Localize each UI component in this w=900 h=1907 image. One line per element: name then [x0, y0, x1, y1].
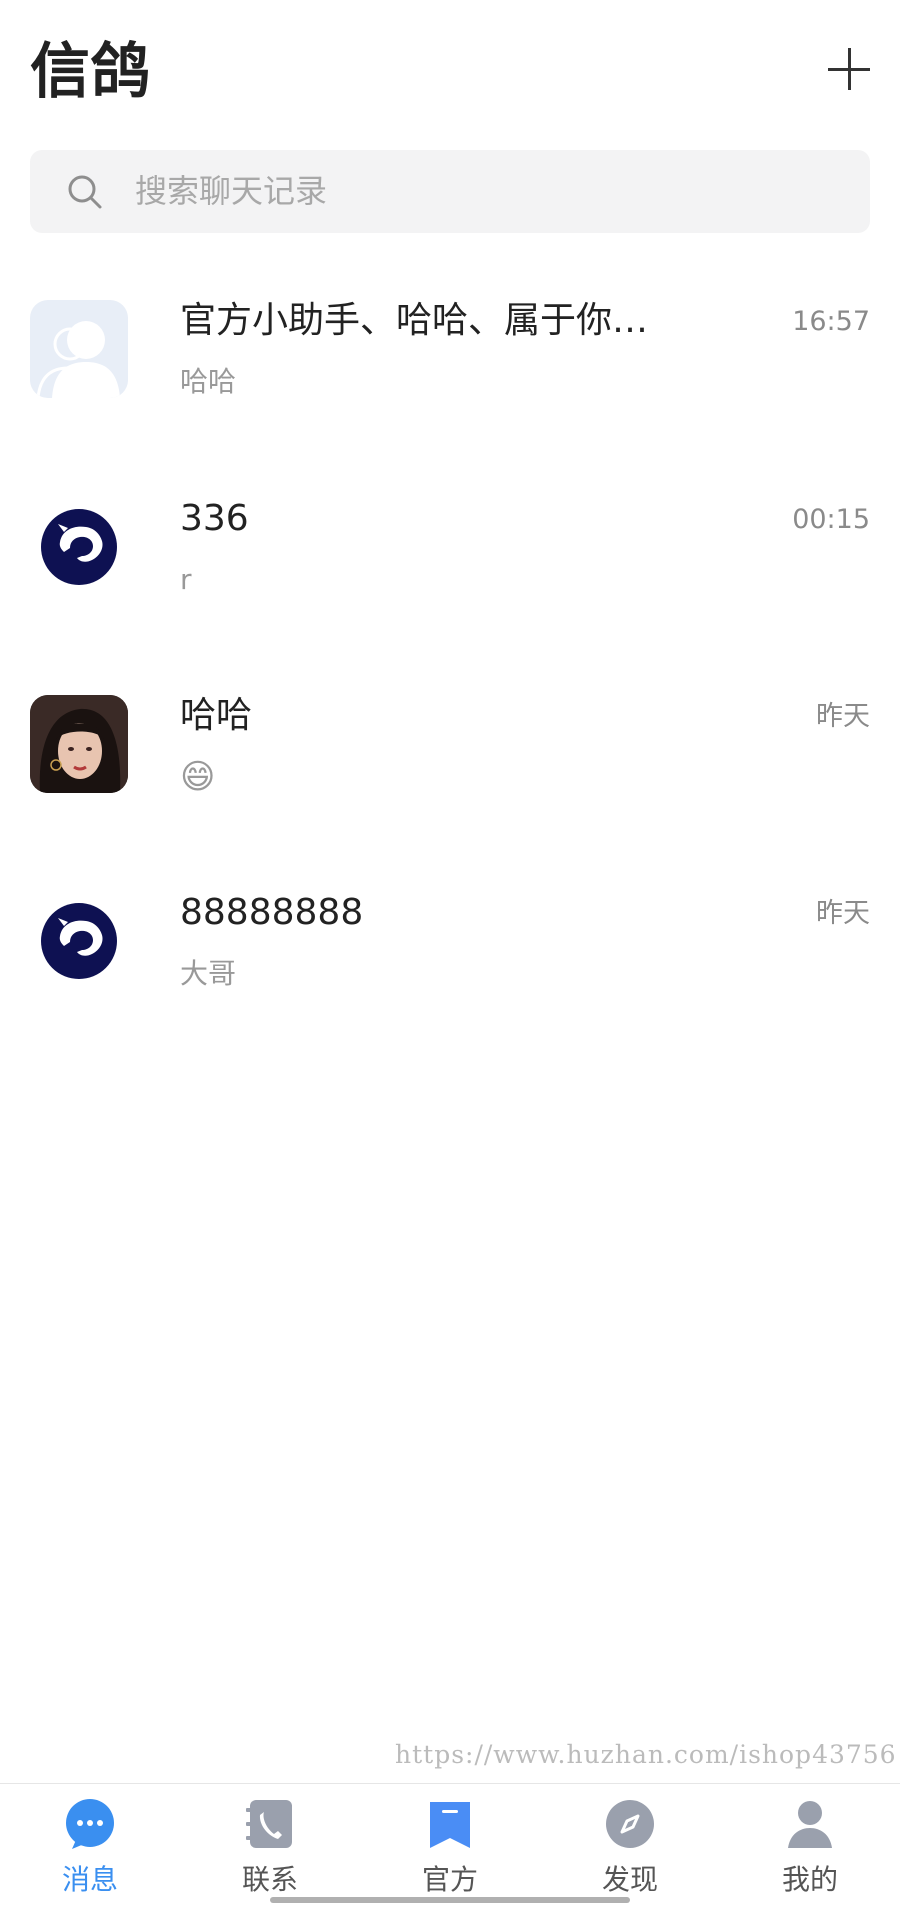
- chat-item-336[interactable]: 336 00:15 r: [0, 478, 900, 638]
- portrait-photo: [30, 695, 128, 793]
- chat-name: 官方小助手、哈哈、属于你…: [180, 300, 649, 341]
- chat-preview: 大哥: [180, 957, 237, 990]
- contacts-icon: [246, 1800, 292, 1848]
- page-title: 信鸽: [30, 37, 150, 107]
- chat-preview: r: [180, 563, 192, 596]
- tab-official[interactable]: 官方: [360, 1784, 540, 1907]
- chat-name: 88888888: [180, 892, 364, 933]
- header: 信鸽: [0, 0, 900, 140]
- tab-label: 官方: [421, 1863, 478, 1896]
- chat-preview: 哈哈: [180, 365, 237, 398]
- chat-item-group[interactable]: 官方小助手、哈哈、属于你… 16:57 哈哈: [0, 280, 900, 440]
- tab-contacts[interactable]: 联系: [180, 1784, 360, 1907]
- chat-item-haha[interactable]: 哈哈 昨天 😄: [0, 675, 900, 835]
- tab-label: 消息: [61, 1863, 118, 1896]
- search-placeholder: 搜索聊天记录: [135, 172, 328, 210]
- tab-profile[interactable]: 我的: [720, 1784, 900, 1907]
- chat-name: 哈哈: [180, 695, 253, 736]
- dog-logo-icon: [41, 903, 117, 979]
- compass-icon: [606, 1800, 654, 1848]
- group-avatar: [30, 300, 128, 398]
- watermark-url: https://www.huzhan.com/ishop43756: [395, 1740, 897, 1769]
- profile-icon: [788, 1801, 832, 1848]
- search-bar[interactable]: 搜索聊天记录: [30, 150, 870, 233]
- chat-item-88888888[interactable]: 88888888 昨天 大哥: [0, 872, 900, 1032]
- home-indicator: [270, 1897, 630, 1903]
- chat-preview: 😄: [180, 757, 216, 797]
- tab-label: 联系: [241, 1863, 298, 1896]
- tab-messages[interactable]: 消息: [0, 1784, 180, 1907]
- tab-label: 发现: [601, 1863, 658, 1896]
- official-icon: [430, 1802, 470, 1848]
- chat-time: 00:15: [792, 504, 870, 535]
- message-icon: [66, 1799, 114, 1849]
- group-avatar-icon: [36, 321, 120, 398]
- chat-time: 昨天: [816, 701, 870, 732]
- dog-logo-avatar: [30, 498, 128, 596]
- add-button[interactable]: [824, 44, 874, 94]
- chat-time: 昨天: [816, 898, 870, 929]
- bottom-tab-bar: 消息 联系 官方 发现 我的: [0, 1783, 900, 1907]
- search-icon: [68, 175, 102, 209]
- photo-avatar: [30, 695, 128, 793]
- dog-logo-icon: [41, 509, 117, 585]
- tab-label: 我的: [781, 1863, 838, 1896]
- tab-discover[interactable]: 发现: [540, 1784, 720, 1907]
- dog-logo-avatar: [30, 892, 128, 990]
- chat-time: 16:57: [792, 306, 870, 337]
- chat-name: 336: [180, 498, 249, 539]
